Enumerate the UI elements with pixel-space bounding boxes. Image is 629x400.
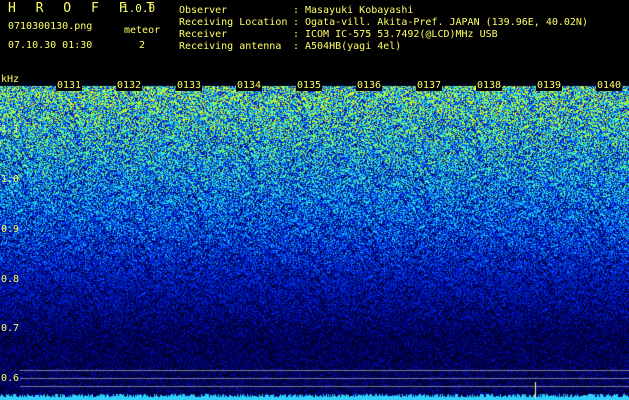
y-axis-unit: kHz: [1, 74, 20, 85]
y-tick-label: 1.1: [1, 124, 20, 135]
x-tick-label: 0138: [476, 80, 503, 91]
info-location: Receiving Location: Ogata-vill. Akita-Pre…: [179, 17, 588, 29]
y-tick-label: 0.6: [1, 373, 20, 384]
info-key: Observer: [179, 5, 228, 16]
y-tick-label: 0.9: [1, 224, 20, 235]
observation-datetime: 07.10.30 01:30: [8, 40, 93, 51]
info-antenna: Receiving antenna: A504HB(yagi 4el): [179, 41, 401, 53]
y-tick-label: 0.8: [1, 274, 20, 285]
info-sep: :: [293, 5, 300, 16]
x-tick-label: 0136: [356, 80, 383, 91]
info-sep: :: [293, 17, 300, 28]
spectrogram: [0, 82, 629, 400]
app-version: 1.0.0: [122, 2, 156, 15]
info-value: Ogata-vill. Akita-Pref. JAPAN (139.96E, …: [305, 17, 588, 28]
x-tick-label: 0131: [56, 80, 83, 91]
x-tick-label: 0140: [596, 80, 623, 91]
info-observer: Observer: Masayuki Kobayashi: [179, 5, 413, 17]
x-tick-label: 0133: [176, 80, 203, 91]
x-tick-label: 0132: [116, 80, 143, 91]
info-sep: :: [293, 29, 300, 40]
x-tick-label: 0139: [536, 80, 563, 91]
meteor-count: 2: [139, 40, 146, 51]
meteor-label: meteor: [124, 25, 161, 36]
info-key: Receiving antenna: [179, 41, 282, 52]
info-receiver: Receiver: ICOM IC-575 53.7492(@LCD)MHz US…: [179, 29, 498, 41]
y-tick-label: 0.7: [1, 323, 20, 334]
info-value: A504HB(yagi 4el): [305, 41, 402, 52]
y-tick-label: 1.0: [1, 174, 20, 185]
info-key: Receiving Location: [179, 17, 288, 28]
x-tick-label: 0135: [296, 80, 323, 91]
x-tick-label: 0134: [236, 80, 263, 91]
x-tick-label: 0137: [416, 80, 443, 91]
info-value: Masayuki Kobayashi: [305, 5, 414, 16]
file-name: 0710300130.png: [8, 21, 93, 32]
info-value: ICOM IC-575 53.7492(@LCD)MHz USB: [305, 29, 498, 40]
info-sep: :: [293, 41, 300, 52]
info-key: Receiver: [179, 29, 228, 40]
